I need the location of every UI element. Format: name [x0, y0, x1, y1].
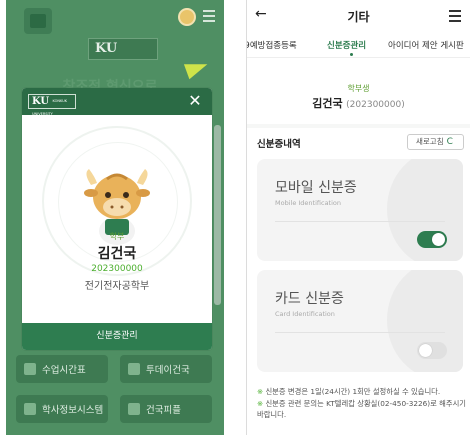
tab-id-management[interactable]: 신분증관리 — [327, 39, 366, 51]
notice-item: ※ 신분증 관련 문의는 KT텔레캅 상황실(02-450-3226)로 해주시… — [257, 398, 467, 420]
notice-item: ※ 신분증 변경은 1일(24시간) 1회만 설정하실 수 있습니다. — [257, 386, 467, 397]
notice-text: 신분증 관련 문의는 KT텔레캅 상황실(02-450-3226)로 해주시기 … — [257, 399, 467, 419]
toggle-knob — [432, 233, 445, 246]
logo-text: KU — [32, 96, 50, 107]
right-phone-screen: ← 기타 19예방접종등록 신분증관리 아이디어 제안 게시판 학부생 김건국 … — [246, 0, 470, 435]
profile-name: 김건국 — [312, 97, 343, 110]
profile-summary: 학부생 김건국 (202300000) — [247, 58, 470, 124]
toggle-knob — [419, 344, 432, 357]
profile-student-id: (202300000) — [346, 100, 405, 110]
refresh-button[interactable]: 새로고침 C — [407, 134, 464, 150]
mobile-id-card: 모바일 신분증 Mobile Identification — [257, 159, 463, 261]
card-subtitle: Card Identification — [275, 310, 335, 318]
card-title: 카드 신분증 — [275, 291, 344, 307]
konkuk-people-button[interactable]: 건국피플 — [120, 395, 212, 423]
timetable-icon — [24, 363, 36, 375]
refresh-icon: C — [446, 137, 453, 147]
section-title: 신분증내역 — [257, 139, 301, 150]
card-title: 모바일 신분증 — [275, 180, 357, 196]
tab-bar: 19예방접종등록 신분증관리 아이디어 제안 게시판 — [247, 32, 470, 58]
refresh-label: 새로고침 — [416, 137, 444, 146]
card-id-toggle[interactable] — [417, 342, 447, 359]
profile-role: 학부생 — [347, 84, 370, 93]
profile-name-line: 김건국 (202300000) — [247, 95, 470, 111]
button-label: 건국피플 — [146, 405, 181, 416]
notice-text: 신분증 변경은 1일(24시간) 1회만 설정하실 수 있습니다. — [265, 387, 441, 396]
notice-list: ※ 신분증 변경은 1일(24시간) 1회만 설정하실 수 있습니다. ※ 신분… — [257, 386, 467, 421]
id-card-modal: KU KONKUK UNIVERSITY ✕ 학부 김건국 202300000 … — [22, 88, 212, 350]
notice-marker: ※ — [257, 399, 264, 408]
timetable-button[interactable]: 수업시간표 — [16, 355, 108, 383]
university-logo: KU — [88, 38, 158, 60]
app-home-icon[interactable] — [24, 8, 52, 34]
button-label: 수업시간표 — [42, 365, 86, 376]
people-icon — [128, 403, 140, 415]
active-tab-indicator — [350, 53, 353, 56]
mobile-id-toggle[interactable] — [417, 231, 447, 248]
student-id: 202300000 — [91, 264, 143, 274]
id-management-button[interactable]: 신분증관리 — [22, 323, 212, 350]
member-role: 학부 — [109, 232, 125, 241]
today-konkuk-button[interactable]: 투데이건국 — [120, 355, 212, 383]
academic-system-button[interactable]: 학사정보시스템 — [16, 395, 108, 423]
page-title: 기타 — [347, 10, 370, 24]
modal-header: KU KONKUK UNIVERSITY ✕ — [22, 88, 212, 116]
modal-university-logo: KU KONKUK UNIVERSITY — [28, 94, 76, 116]
tab-vaccination[interactable]: 19예방접종등록 — [247, 39, 297, 51]
menu-icon[interactable] — [449, 10, 461, 22]
card-subtitle: Mobile Identification — [275, 199, 342, 207]
card-divider — [275, 221, 445, 222]
member-name: 김건국 — [97, 246, 137, 262]
card-id-card: 카드 신분증 Card Identification — [257, 270, 463, 372]
button-label: 학사정보시스템 — [42, 405, 104, 416]
app-header: ← 기타 — [247, 0, 470, 32]
notice-marker: ※ — [257, 387, 264, 396]
button-label: 투데이건국 — [146, 365, 190, 376]
id-history-section: 신분증내역 새로고침 C 모바일 신분증 Mobile Identificatio… — [247, 128, 470, 435]
card-divider — [275, 332, 445, 333]
department: 전기전자공학부 — [84, 281, 150, 292]
close-icon[interactable]: ✕ — [186, 92, 204, 110]
news-icon — [128, 363, 140, 375]
system-icon — [24, 403, 36, 415]
scrollbar[interactable] — [214, 125, 221, 305]
avatar[interactable] — [178, 8, 196, 26]
hamburger-menu-icon[interactable] — [203, 10, 215, 22]
tab-idea-board[interactable]: 아이디어 제안 게시판 — [388, 39, 464, 51]
left-phone-screen: KU 창조적 혁신으로 수업시간표 투데이건국 학사정보시스템 건국피플 KU … — [6, 0, 224, 435]
